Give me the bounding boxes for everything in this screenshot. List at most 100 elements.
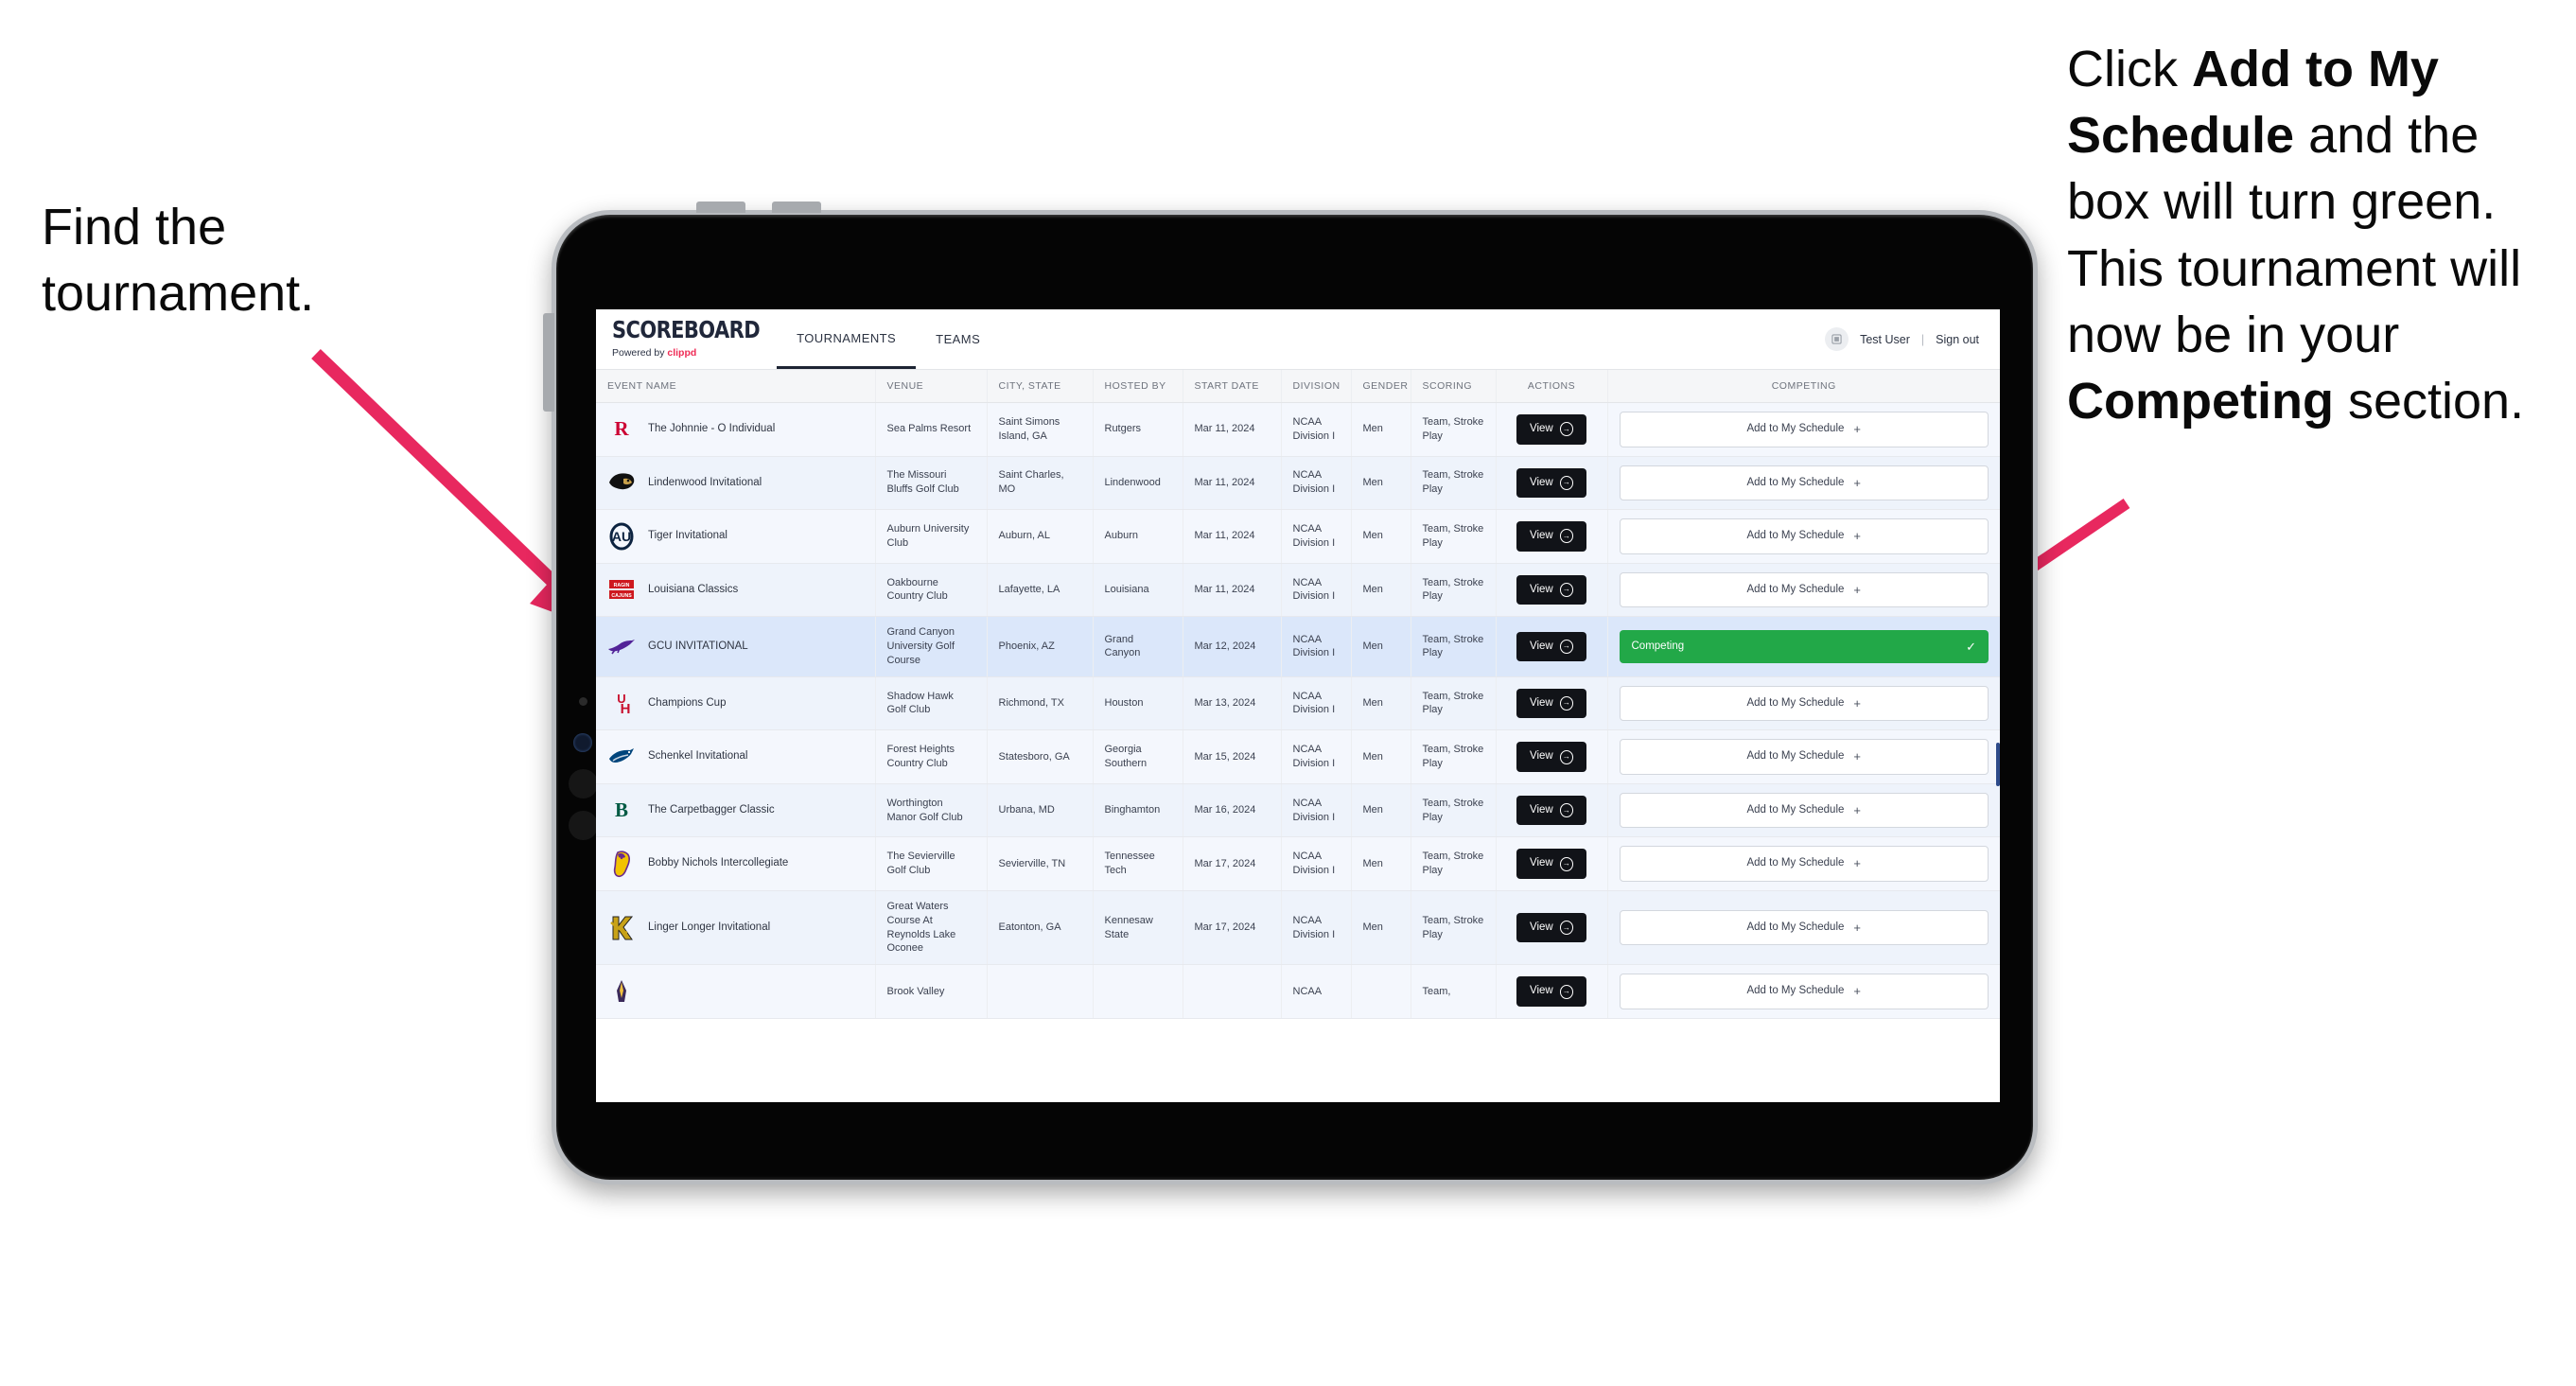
event-name-text[interactable]: Champions Cup	[648, 696, 726, 711]
cell-event-name: AU Tiger Invitational	[596, 509, 876, 564]
competing-button[interactable]: Competing ✓	[1619, 629, 1989, 664]
tablet-power-button[interactable]	[543, 313, 554, 412]
cell-gender: Men	[1351, 402, 1411, 457]
view-button[interactable]: View →	[1516, 631, 1586, 662]
table-row[interactable]: GCU INVITATIONAL Grand Canyon University …	[596, 616, 2000, 677]
cell-city-state	[987, 964, 1094, 1019]
cell-city-state: Saint Simons Island, GA	[987, 402, 1094, 457]
table-row[interactable]: U H Champions Cup Shadow Hawk Golf Club Rich…	[596, 676, 2000, 731]
svg-text:RAGIN: RAGIN	[614, 583, 630, 588]
view-button[interactable]: View →	[1516, 688, 1586, 719]
scoreboard-brand-logo[interactable]: SCOREBOARD Powered by clippd	[596, 309, 777, 369]
plus-icon: +	[1853, 422, 1861, 436]
table-row[interactable]: RAGIN CAJUNS Louisiana Classics Oakbourne C…	[596, 563, 2000, 618]
view-button[interactable]: View →	[1516, 849, 1586, 879]
add-to-my-schedule-button[interactable]: Add to My Schedule +	[1619, 518, 1989, 554]
table-row[interactable]: Linger Longer Invitational Great Waters C…	[596, 890, 2000, 966]
cell-venue: Worthington Manor Golf Club	[875, 783, 988, 838]
event-name-wrapper: R The Johnnie - O Individual	[607, 415, 864, 444]
cell-start-date: Mar 12, 2024	[1183, 616, 1282, 677]
event-name-text[interactable]: Schenkel Invitational	[648, 749, 747, 764]
view-button[interactable]: View →	[1516, 414, 1586, 445]
add-to-my-schedule-button[interactable]: Add to My Schedule +	[1619, 974, 1989, 1009]
team-logo-icon	[607, 914, 636, 942]
add-to-my-schedule-button[interactable]: Add to My Schedule +	[1619, 739, 1989, 775]
cell-division: NCAA Division I	[1281, 676, 1352, 731]
event-name-text[interactable]: Louisiana Classics	[648, 583, 738, 598]
cell-gender: Men	[1351, 890, 1411, 966]
cell-actions: View →	[1496, 563, 1608, 618]
view-button[interactable]: View →	[1516, 467, 1586, 499]
column-header-start-date[interactable]: START DATE	[1183, 370, 1282, 403]
cell-venue: Grand Canyon University Golf Course	[875, 616, 988, 677]
event-name-text[interactable]: GCU INVITATIONAL	[648, 640, 748, 655]
event-name-text[interactable]: The Johnnie - O Individual	[648, 422, 775, 437]
user-avatar-icon[interactable]	[1825, 327, 1849, 351]
view-button[interactable]: View →	[1516, 574, 1586, 605]
event-name-wrapper: AU Tiger Invitational	[607, 522, 864, 551]
event-name-text[interactable]: Linger Longer Invitational	[648, 921, 770, 936]
add-to-my-schedule-button[interactable]: Add to My Schedule +	[1619, 685, 1989, 722]
tab-tournaments[interactable]: TOURNAMENTS	[777, 309, 917, 369]
cell-start-date: Mar 13, 2024	[1183, 676, 1282, 731]
add-to-my-schedule-button[interactable]: Add to My Schedule +	[1619, 846, 1989, 882]
annotation-right-bold2: Competing	[2067, 372, 2334, 430]
table-row[interactable]: AU Tiger Invitational Auburn University Cl…	[596, 509, 2000, 564]
table-row[interactable]: Schenkel Invitational Forest Heights Coun…	[596, 729, 2000, 784]
user-account-area: Test User | Sign out	[1825, 309, 2000, 369]
add-to-my-schedule-button[interactable]: Add to My Schedule +	[1619, 792, 1989, 829]
cell-scoring: Team, Stroke Play	[1411, 676, 1497, 731]
add-to-my-schedule-label: Add to My Schedule	[1746, 803, 1845, 816]
column-header-city-state[interactable]: CITY, STATE	[987, 370, 1094, 403]
plus-icon: +	[1853, 802, 1861, 817]
view-button[interactable]: View →	[1516, 912, 1586, 943]
column-header-hosted-by[interactable]: HOSTED BY	[1093, 370, 1183, 403]
cell-start-date: Mar 11, 2024	[1183, 509, 1282, 564]
column-header-division[interactable]: DIVISION	[1281, 370, 1352, 403]
column-header-event-name[interactable]: EVENT NAME	[596, 370, 876, 403]
sign-out-link[interactable]: Sign out	[1936, 333, 1979, 346]
event-name-wrapper: Lindenwood Invitational	[607, 468, 864, 497]
event-name-text[interactable]: Lindenwood Invitational	[648, 476, 762, 491]
add-to-my-schedule-button[interactable]: Add to My Schedule +	[1619, 465, 1989, 501]
tournaments-table-container[interactable]: EVENT NAME VENUE CITY, STATE HOSTED BY S…	[596, 370, 2000, 1102]
view-button[interactable]: View →	[1516, 521, 1586, 552]
view-button-label: View	[1530, 921, 1553, 933]
column-header-competing[interactable]: COMPETING	[1607, 370, 2000, 403]
tablet-speaker-hole-icon	[569, 769, 598, 798]
cell-gender: Men	[1351, 783, 1411, 838]
view-button[interactable]: View →	[1516, 742, 1586, 772]
tab-teams[interactable]: TEAMS	[916, 309, 1000, 369]
tablet-volume-up-button[interactable]	[696, 202, 745, 213]
vertical-scrollbar-thumb[interactable]	[1996, 743, 2000, 786]
add-to-my-schedule-label: Add to My Schedule	[1746, 423, 1845, 435]
table-row[interactable]: Brook Valley NCAA Team, View → Add to My Sche…	[596, 964, 2000, 1019]
cell-venue: Shadow Hawk Golf Club	[875, 676, 988, 731]
cell-venue: Auburn University Club	[875, 509, 988, 564]
table-row[interactable]: R The Johnnie - O Individual Sea Palms Res…	[596, 402, 2000, 457]
column-header-gender[interactable]: GENDER	[1351, 370, 1411, 403]
table-row[interactable]: B The Carpetbagger Classic Worthington Man…	[596, 783, 2000, 838]
event-name-text[interactable]: Bobby Nichols Intercollegiate	[648, 856, 788, 871]
table-row[interactable]: Bobby Nichols Intercollegiate The Sevierv…	[596, 836, 2000, 891]
cell-event-name	[596, 964, 876, 1019]
add-to-my-schedule-button[interactable]: Add to My Schedule +	[1619, 571, 1989, 608]
team-logo-icon	[607, 850, 636, 878]
view-button-label: View	[1530, 696, 1553, 709]
view-button[interactable]: View →	[1516, 795, 1586, 826]
view-button[interactable]: View →	[1516, 976, 1586, 1007]
add-to-my-schedule-button[interactable]: Add to My Schedule +	[1619, 909, 1989, 946]
event-name-text[interactable]: The Carpetbagger Classic	[648, 803, 775, 818]
column-header-actions[interactable]: ACTIONS	[1496, 370, 1608, 403]
column-header-scoring[interactable]: SCORING	[1411, 370, 1497, 403]
event-name-text[interactable]: Tiger Invitational	[648, 529, 727, 544]
tablet-volume-down-button[interactable]	[772, 202, 821, 213]
app-navigation-bar: SCOREBOARD Powered by clippd TOURNAMENTS…	[596, 309, 2000, 370]
cell-competing: Add to My Schedule +	[1607, 563, 2000, 618]
table-row[interactable]: Lindenwood Invitational The Missouri Bluf…	[596, 456, 2000, 511]
column-header-venue[interactable]: VENUE	[875, 370, 988, 403]
team-logo-icon: AU	[607, 522, 636, 551]
cell-division: NCAA Division I	[1281, 890, 1352, 966]
add-to-my-schedule-button[interactable]: Add to My Schedule +	[1619, 412, 1989, 447]
annotation-find-tournament: Find the tournament.	[42, 194, 458, 326]
